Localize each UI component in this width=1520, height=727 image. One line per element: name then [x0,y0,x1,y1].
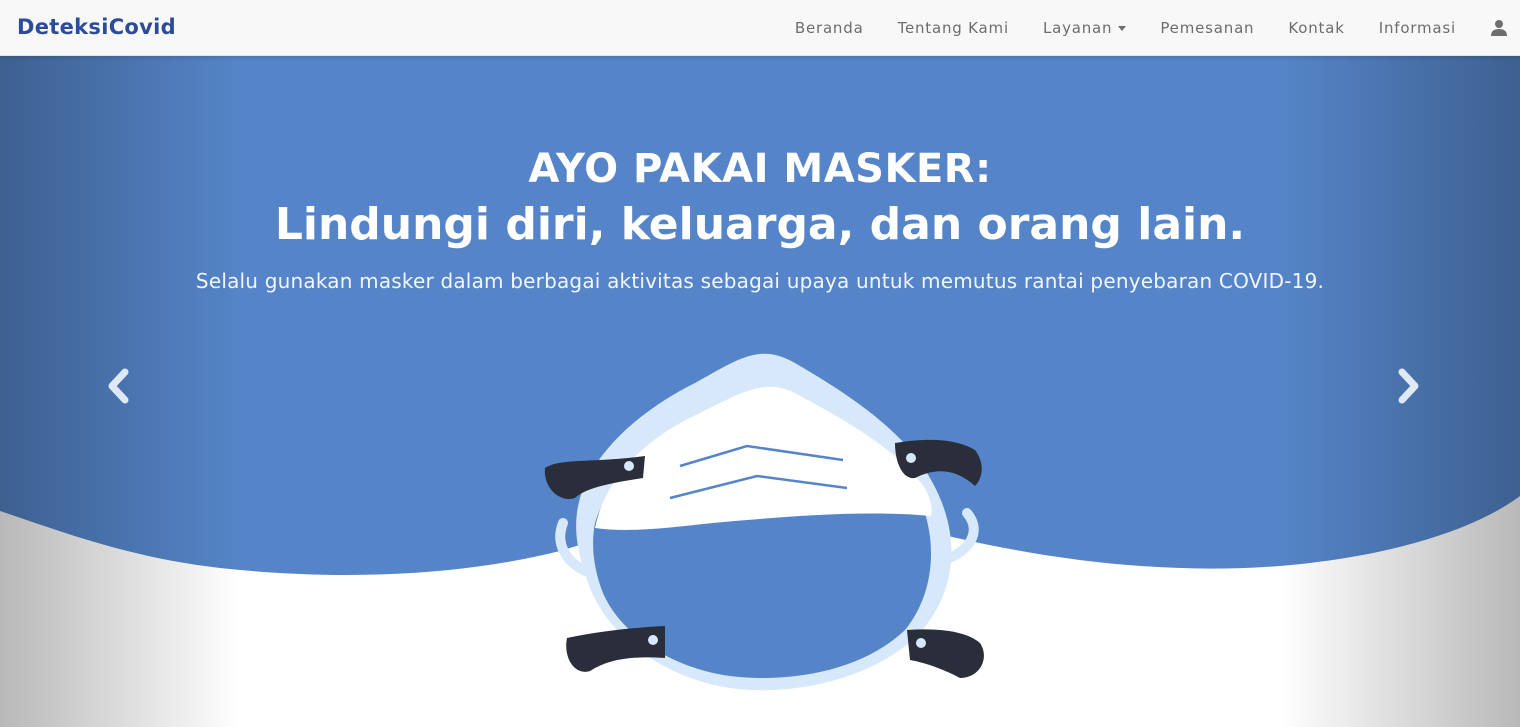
hero-title-line1: AYO PAKAI MASKER: [528,146,992,192]
nav-item-kontak[interactable]: Kontak [1288,19,1344,37]
hero-carousel: AYO PAKAI MASKER: Lindungi diri, keluarg… [0,56,1520,727]
hero-title-line2: Lindungi diri, keluarga, dan orang lain. [274,199,1246,250]
chevron-left-icon[interactable] [103,366,133,406]
caret-down-icon [1118,25,1127,31]
nav-item-pemesanan[interactable]: Pemesanan [1160,19,1254,37]
nav-item-tentang-kami[interactable]: Tentang Kami [898,19,1009,37]
hero-title: AYO PAKAI MASKER: Lindungi diri, keluarg… [0,141,1520,253]
face-mask-illustration [544,353,984,691]
navbar: DeteksiCovid Beranda Tentang Kami Layana… [0,0,1520,56]
hero-subtitle: Selalu gunakan masker dalam berbagai akt… [195,269,1325,293]
chevron-right-icon[interactable] [1394,366,1424,406]
nav-menu: Beranda Tentang Kami Layanan Pemesanan K… [795,0,1520,55]
user-icon[interactable] [1490,19,1508,37]
brand-logo[interactable]: DeteksiCovid [17,0,176,55]
nav-item-beranda[interactable]: Beranda [795,19,864,37]
nav-item-informasi[interactable]: Informasi [1379,19,1456,37]
nav-item-layanan-label: Layanan [1042,18,1113,37]
nav-item-layanan-dropdown[interactable]: Layanan [1042,18,1127,37]
